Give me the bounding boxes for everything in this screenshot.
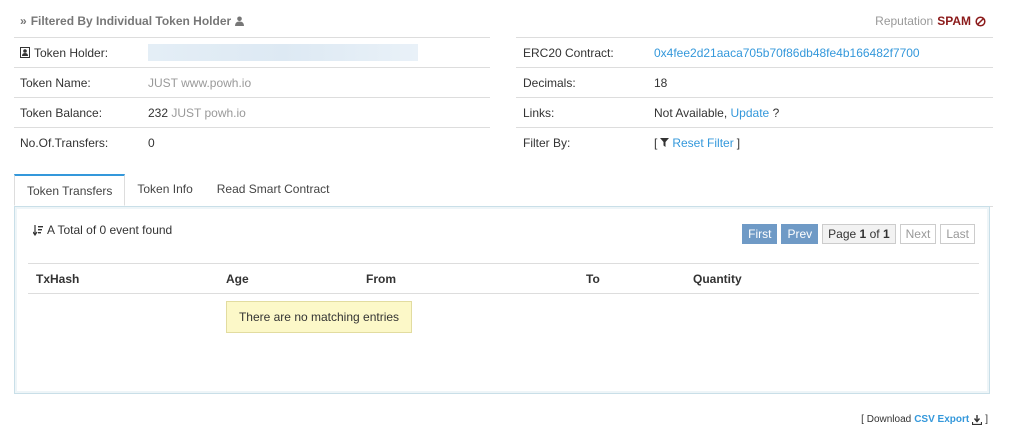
page-word: Page [828,227,857,241]
download-icon[interactable] [972,414,983,425]
reputation-value: SPAM [937,14,971,28]
token-balance-unit: JUST powh.io [171,105,246,120]
contract-address-link[interactable]: 0x4fee2d21aaca705b70f86db48fe4b166482f77… [654,46,920,60]
token-name-row: Token Name: JUST www.powh.io [14,68,490,98]
total-events-text: A Total of 0 event found [47,223,173,237]
filter-bracket-close: ] [736,135,741,150]
user-icon [235,16,245,26]
next-page-button[interactable]: Next [899,224,937,244]
csv-download: [ Download CSV Export ] [861,414,988,425]
links-not-available: Not Available, [654,105,728,120]
token-name-value: JUST www.powh.io [148,75,252,90]
decimals-row: Decimals: 18 [516,68,993,98]
links-question: ? [772,105,780,120]
first-page-button[interactable]: First [742,224,778,244]
update-link[interactable]: Update [731,106,770,120]
pagination: First Prev Page 1 of 1 Next Last [742,224,975,244]
transfers-count-row: No.Of.Transfers: 0 [14,128,490,157]
id-card-icon [20,47,30,58]
last-page-button[interactable]: Last [940,224,975,244]
transfers-count-value: 0 [148,135,155,150]
tab-read-smart-contract[interactable]: Read Smart Contract [205,174,342,206]
filter-row: Filter By: [ Reset Filter ] [516,128,993,157]
transfers-table-header: TxHash Age From To Quantity [28,263,979,294]
column-to: To [586,272,600,286]
filter-bracket-open: [ [654,135,658,150]
token-transfers-panel: A Total of 0 event found First Prev Page… [14,206,990,394]
filter-header: » Filtered By Individual Token Holder [20,14,245,28]
filter-icon [660,138,670,147]
current-page: 1 [859,227,867,241]
reset-filter-link[interactable]: Reset Filter [672,136,733,150]
download-close: ] [985,414,988,425]
tab-token-transfers[interactable]: Token Transfers [14,174,126,206]
token-holder-row: Token Holder: [14,38,490,68]
token-balance-row: Token Balance: 232 JUST powh.io [14,98,490,128]
column-quantity: Quantity [693,272,742,286]
tab-bar: Token Transfers Token Info Read Smart Co… [14,174,993,207]
header-title: Filtered By Individual Token Holder [30,14,232,28]
sort-icon [33,224,43,236]
contract-row: ERC20 Contract: 0x4fee2d21aaca705b70f86d… [516,38,993,68]
links-row: Links: Not Available, Update ? [516,98,993,128]
token-balance-label: Token Balance: [20,105,103,120]
tab-token-info[interactable]: Token Info [125,174,204,206]
total-events: A Total of 0 event found [33,223,172,237]
filter-label: Filter By: [523,135,571,150]
links-label: Links: [523,105,555,120]
decimals-value: 18 [654,75,668,90]
token-name-label: Token Name: [20,75,91,90]
ban-icon [975,15,986,27]
column-from: From [366,272,396,286]
prev-page-button[interactable]: Prev [781,224,819,244]
column-txhash: TxHash [36,272,80,286]
reputation: Reputation SPAM [875,14,986,28]
token-balance-amount: 232 [148,105,169,120]
download-open: [ Download [861,414,912,425]
token-summary-right: ERC20 Contract: 0x4fee2d21aaca705b70f86d… [516,37,993,157]
column-age: Age [226,272,249,286]
contract-label: ERC20 Contract: [523,45,614,60]
header-prefix: » [20,14,27,28]
decimals-label: Decimals: [523,75,576,90]
reputation-label: Reputation [875,14,934,28]
token-summary-left: Token Holder: Token Name: JUST www.powh.… [14,37,490,157]
page-indicator: Page 1 of 1 [822,224,896,244]
csv-export-link[interactable]: CSV Export [914,414,969,425]
empty-table-message: There are no matching entries [226,301,412,333]
of-word: of [869,227,880,241]
token-holder-label: Token Holder: [34,45,109,60]
token-holder-address-redacted[interactable] [148,44,418,61]
total-pages: 1 [882,227,890,241]
transfers-count-label: No.Of.Transfers: [20,135,109,150]
